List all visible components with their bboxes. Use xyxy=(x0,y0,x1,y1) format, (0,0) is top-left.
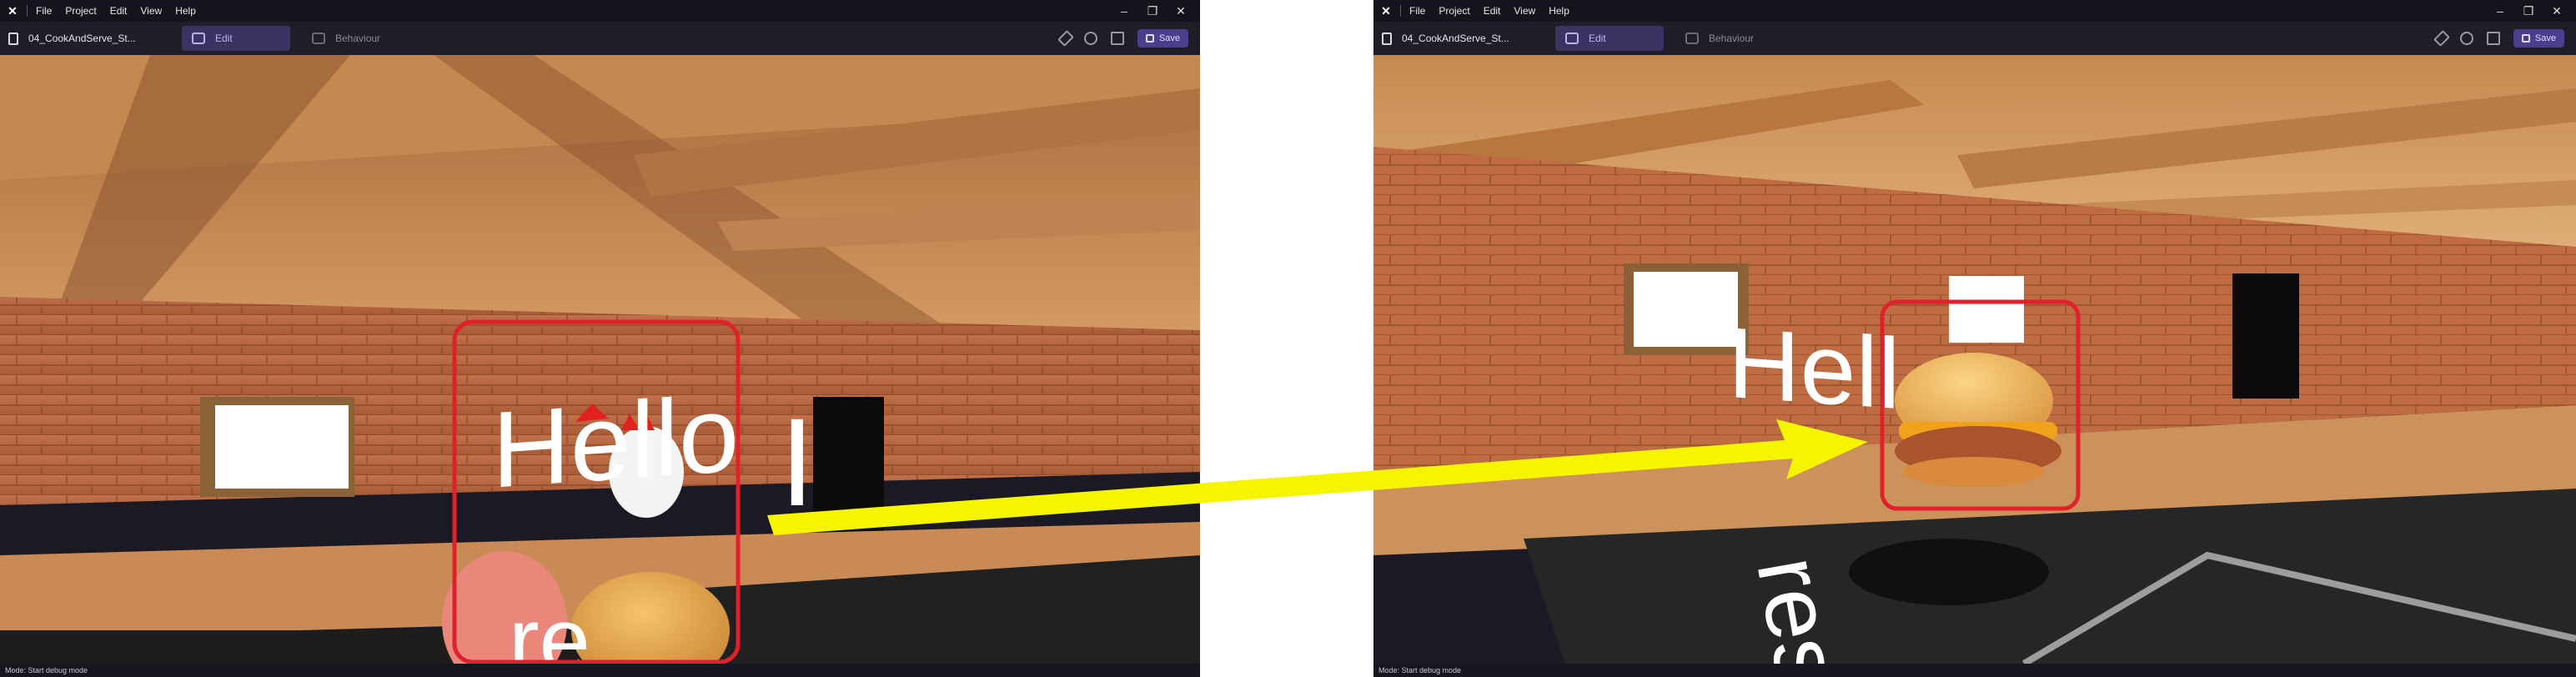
toolbar: 04_CookAndServe_St... Edit Behaviour Sav… xyxy=(1373,22,2576,55)
status-bar: Mode: Start debug mode xyxy=(0,664,1200,677)
wrench-icon[interactable] xyxy=(1057,30,1074,47)
scene-render: Hell res xyxy=(1373,55,2576,664)
status-text: Mode: Start debug mode xyxy=(5,666,88,674)
window-pane xyxy=(215,405,349,489)
menu-divider xyxy=(1400,5,1401,17)
save-button[interactable]: Save xyxy=(2513,29,2564,48)
scene-bottom-text: res xyxy=(1737,549,1860,664)
window-controls: – ❐ ✕ xyxy=(2486,0,2571,22)
tab-behaviour-label: Behaviour xyxy=(335,33,381,44)
toolbar-actions: Save xyxy=(1057,22,1188,55)
wrench-icon[interactable] xyxy=(2433,30,2450,47)
menu-bar: ✕ File Project Edit View Help – ❐ ✕ xyxy=(0,0,1200,22)
tab-edit-label: Edit xyxy=(215,33,233,44)
document-icon xyxy=(8,32,18,45)
save-icon xyxy=(2521,34,2530,43)
status-text: Mode: Start debug mode xyxy=(1378,666,1462,674)
project-name: 04_CookAndServe_St... xyxy=(1402,33,1509,44)
menu-item-project[interactable]: Project xyxy=(65,5,96,17)
tab-edit[interactable]: Edit xyxy=(1555,26,1664,51)
restore-icon[interactable]: ❐ xyxy=(1138,4,1167,18)
tab-behaviour[interactable]: Behaviour xyxy=(302,26,390,51)
menu-item-project[interactable]: Project xyxy=(1439,5,1469,17)
comparison-page: ✕ File Project Edit View Help – ❐ ✕ 04_C… xyxy=(0,0,2576,677)
save-label: Save xyxy=(2534,33,2556,43)
scene-hello-text: Hello xyxy=(492,372,739,511)
close-icon[interactable]: ✕ xyxy=(2543,4,2571,18)
editor-window-right: ✕ File Project Edit View Help – ❐ ✕ 04_C… xyxy=(1373,0,2576,677)
toolbar: 04_CookAndServe_St... Edit Behaviour Sav… xyxy=(0,22,1200,55)
burger-bottom-bun xyxy=(1903,457,2045,487)
document-icon xyxy=(1382,32,1392,45)
app-logo-icon: ✕ xyxy=(8,3,18,18)
play-icon[interactable] xyxy=(2459,32,2473,45)
status-bar: Mode: Start debug mode xyxy=(1373,664,2576,677)
tab-behaviour-label: Behaviour xyxy=(1709,33,1755,44)
save-icon xyxy=(1145,34,1154,43)
menu-item-view[interactable]: View xyxy=(140,5,162,17)
restore-icon[interactable]: ❐ xyxy=(2514,4,2543,18)
tab-edit-label: Edit xyxy=(1589,33,1606,44)
editor-window-left: ✕ File Project Edit View Help – ❐ ✕ 04_C… xyxy=(0,0,1200,677)
burger-shadow xyxy=(1849,539,2049,605)
toolbar-actions: Save xyxy=(2433,22,2564,55)
tab-edit[interactable]: Edit xyxy=(182,26,290,51)
scene-viewport[interactable]: Hello I re xyxy=(0,55,1200,664)
minimize-icon[interactable]: – xyxy=(1110,4,1138,18)
behaviour-icon xyxy=(1685,33,1699,44)
save-disk-icon[interactable] xyxy=(2486,32,2500,45)
save-button[interactable]: Save xyxy=(1137,29,1188,48)
scene-bottom-text: re xyxy=(509,589,590,664)
close-icon[interactable]: ✕ xyxy=(1167,4,1195,18)
menu-item-edit[interactable]: Edit xyxy=(1484,5,1501,17)
menu-item-help[interactable]: Help xyxy=(175,5,196,17)
behaviour-icon xyxy=(312,33,325,44)
edit-icon xyxy=(192,33,205,44)
scene-extra-text: I xyxy=(780,392,815,532)
edit-icon xyxy=(1565,33,1579,44)
menu-item-file[interactable]: File xyxy=(36,5,52,17)
menu-divider xyxy=(27,5,28,17)
minimize-icon[interactable]: – xyxy=(2486,4,2514,18)
menu-item-edit[interactable]: Edit xyxy=(110,5,128,17)
menu-item-file[interactable]: File xyxy=(1409,5,1425,17)
menu-item-help[interactable]: Help xyxy=(1549,5,1569,17)
save-label: Save xyxy=(1158,33,1180,43)
project-name: 04_CookAndServe_St... xyxy=(28,33,136,44)
menu-bar: ✕ File Project Edit View Help – ❐ ✕ xyxy=(1373,0,2576,22)
scene-viewport[interactable]: Hell res xyxy=(1373,55,2576,664)
scene-render: Hello I re xyxy=(0,55,1200,664)
app-logo-icon: ✕ xyxy=(1381,3,1391,18)
scene-hello-text: Hell xyxy=(1728,307,1901,430)
window-pane xyxy=(1634,272,1738,347)
tab-behaviour[interactable]: Behaviour xyxy=(1675,26,1764,51)
menu-item-view[interactable]: View xyxy=(1514,5,1535,17)
save-disk-icon[interactable] xyxy=(1110,32,1124,45)
window-pane xyxy=(1949,276,2024,343)
door xyxy=(2232,273,2299,399)
window-controls: – ❐ ✕ xyxy=(1110,0,1195,22)
play-icon[interactable] xyxy=(1083,32,1097,45)
